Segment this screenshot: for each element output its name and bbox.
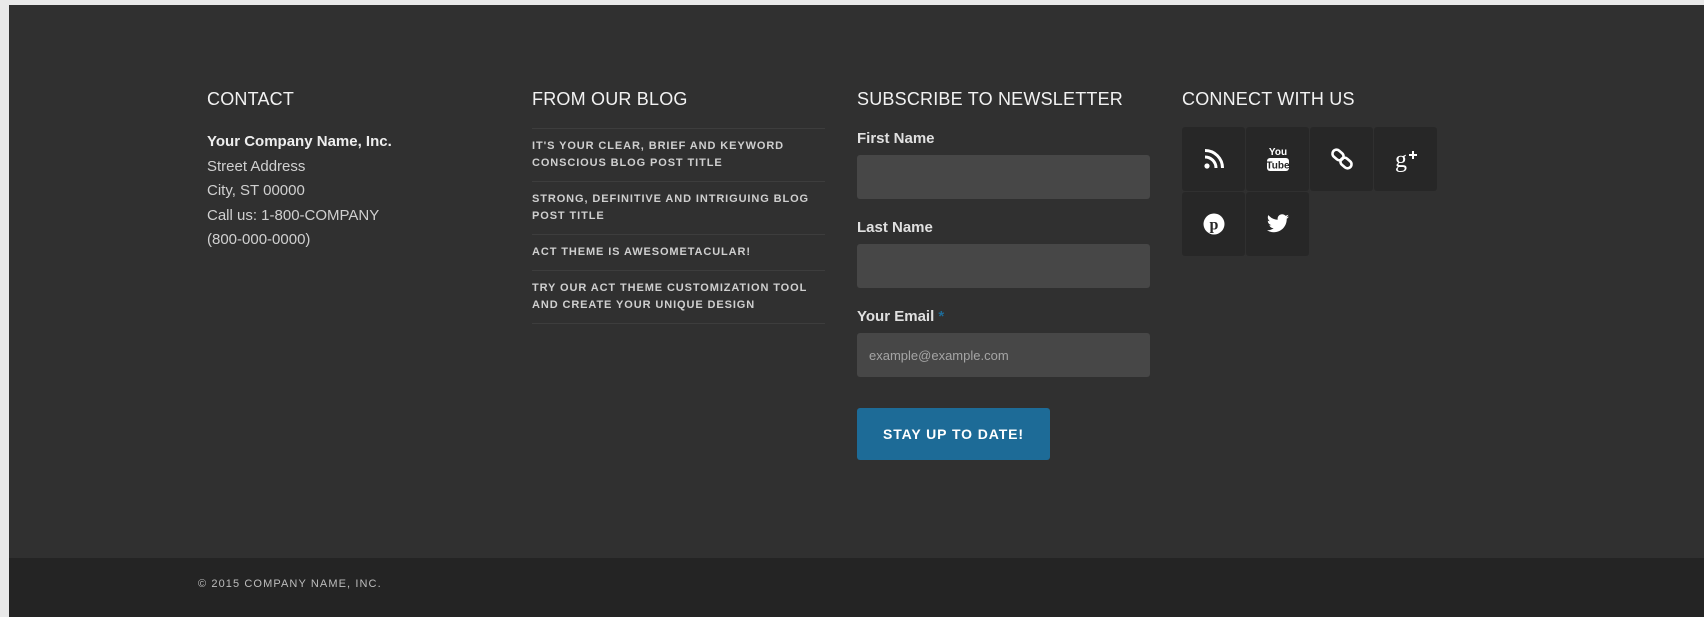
pinterest-icon: p — [1203, 213, 1224, 235]
twitter-icon — [1266, 214, 1289, 233]
google-plus-icon: g — [1395, 147, 1417, 173]
rss-button[interactable] — [1182, 127, 1245, 191]
copyright-text: © 2015 Company Name, Inc. — [198, 578, 382, 590]
link-button[interactable] — [1310, 127, 1373, 191]
blog-post-list: It's your clear, brief and keyword consc… — [532, 128, 825, 324]
twitter-button[interactable] — [1246, 192, 1309, 256]
svg-text:p: p — [1209, 217, 1218, 234]
email-label: Your Email * — [857, 308, 1150, 325]
pinterest-button[interactable]: p — [1182, 192, 1245, 256]
blog-post-link[interactable]: Try our Act Theme customization tool and… — [532, 271, 825, 324]
google-plus-button[interactable]: g — [1374, 127, 1437, 191]
svg-text:You: You — [1268, 147, 1286, 158]
social-title: Connect With Us — [1182, 89, 1355, 109]
phone-number: (800-000-0000) — [207, 231, 311, 248]
street-address: Street Address — [207, 157, 306, 175]
rss-icon — [1203, 149, 1224, 169]
youtube-icon: You Tube — [1266, 147, 1290, 172]
blog-post-link[interactable]: It's your clear, brief and keyword consc… — [532, 129, 825, 182]
call-us-text: Call us: 1-800-COMPANY — [207, 206, 380, 224]
contact-title: Contact — [207, 89, 295, 109]
contact-address: Your Company Name, Inc. Street Address C… — [207, 130, 507, 253]
email-input[interactable] — [857, 333, 1150, 377]
blog-title: From Our Blog — [532, 89, 688, 109]
first-name-label: First Name — [857, 130, 935, 147]
contact-column: Contact Your Company Name, Inc. Street A… — [207, 88, 507, 253]
first-name-input[interactable] — [857, 155, 1150, 199]
city-state-zip: City, ST 00000 — [207, 182, 305, 199]
company-name: Your Company Name, Inc. — [207, 133, 392, 150]
blog-column: From Our Blog It's your clear, brief and… — [532, 88, 825, 324]
social-icon-grid: You Tube g p — [1182, 127, 1482, 256]
subscribe-button[interactable]: Stay up to date! — [857, 408, 1050, 460]
social-column: Connect With Us You Tube — [1182, 88, 1482, 256]
email-label-text: Your Email — [857, 308, 935, 325]
link-icon — [1330, 148, 1353, 170]
blog-post-link[interactable]: Act Theme is Awesometacular! — [532, 235, 825, 271]
svg-text:Tube: Tube — [1266, 161, 1290, 172]
svg-text:g: g — [1395, 147, 1407, 173]
required-mark: * — [938, 308, 945, 325]
last-name-label: Last Name — [857, 219, 933, 236]
newsletter-title: Subscribe to Newsletter — [857, 89, 1123, 109]
footer-main: Contact Your Company Name, Inc. Street A… — [9, 5, 1704, 558]
newsletter-column: Subscribe to Newsletter First Name Last … — [857, 88, 1150, 460]
last-name-input[interactable] — [857, 244, 1150, 288]
youtube-button[interactable]: You Tube — [1246, 127, 1309, 191]
blog-post-link[interactable]: Strong, definitive and intriguing blog p… — [532, 182, 825, 235]
footer: Contact Your Company Name, Inc. Street A… — [9, 5, 1704, 617]
